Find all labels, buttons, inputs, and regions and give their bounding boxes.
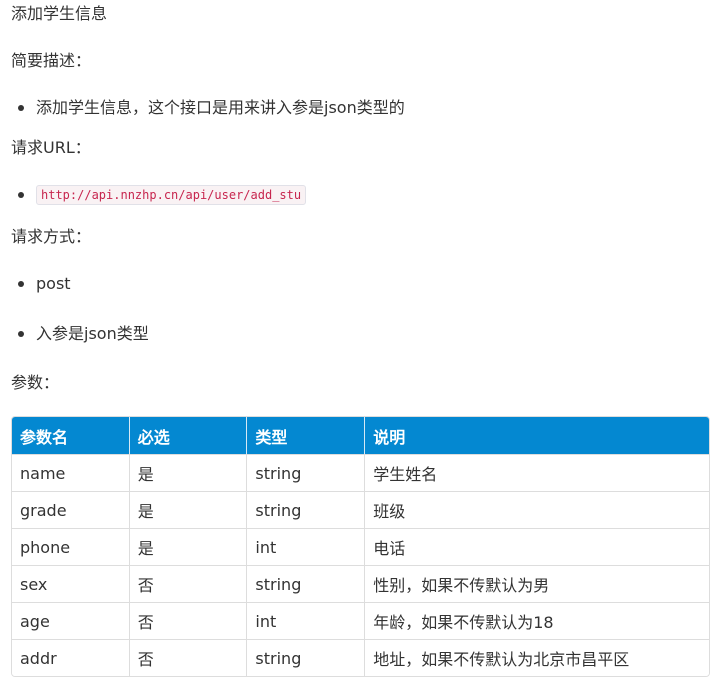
brief-heading: 简要描述：	[11, 51, 92, 70]
header-param-name: 参数名	[12, 417, 130, 454]
cell-type: string	[247, 565, 366, 602]
cell-required: 否	[129, 639, 248, 676]
params-heading: 参数：	[11, 373, 60, 392]
table-row: age 否 int 年龄，如果不传默认为18	[12, 602, 709, 639]
cell-required: 否	[129, 565, 248, 602]
cell-description: 年龄，如果不传默认为18	[365, 602, 709, 639]
cell-required: 是	[129, 454, 248, 491]
method-item: 入参是json类型	[18, 323, 149, 345]
method-item: post	[18, 273, 71, 295]
bullet-icon	[18, 192, 24, 198]
bullet-icon	[18, 281, 24, 287]
cell-required: 是	[129, 528, 248, 565]
method-heading: 请求方式：	[11, 227, 92, 246]
table-row: addr 否 string 地址，如果不传默认为北京市昌平区	[12, 639, 709, 676]
doc-title: 添加学生信息	[11, 4, 108, 23]
cell-required: 是	[129, 491, 248, 528]
method-item-text: 入参是json类型	[36, 324, 149, 343]
url-heading: 请求URL：	[11, 138, 91, 157]
brief-item-text: 添加学生信息，这个接口是用来讲入参是json类型的	[36, 98, 405, 117]
cell-param-name: phone	[12, 528, 130, 565]
api-doc: 添加学生信息 简要描述： 添加学生信息，这个接口是用来讲入参是json类型的 请…	[0, 0, 716, 696]
cell-description: 地址，如果不传默认为北京市昌平区	[365, 639, 709, 676]
header-required: 必选	[129, 417, 248, 454]
cell-type: string	[247, 454, 366, 491]
bullet-icon	[18, 331, 24, 337]
cell-required: 否	[129, 602, 248, 639]
table-row: grade 是 string 班级	[12, 491, 709, 528]
cell-param-name: sex	[12, 565, 130, 602]
cell-description: 班级	[365, 491, 709, 528]
request-url-code: http://api.nnzhp.cn/api/user/add_stu	[36, 185, 307, 205]
cell-type: int	[247, 528, 366, 565]
cell-param-name: grade	[12, 491, 130, 528]
cell-param-name: age	[12, 602, 130, 639]
bullet-icon	[18, 105, 24, 111]
cell-param-name: name	[12, 454, 130, 491]
cell-description: 学生姓名	[365, 454, 709, 491]
table-row: sex 否 string 性别，如果不传默认为男	[12, 565, 709, 602]
cell-type: string	[247, 639, 366, 676]
header-type: 类型	[247, 417, 366, 454]
cell-description: 性别，如果不传默认为男	[365, 565, 709, 602]
url-item: http://api.nnzhp.cn/api/user/add_stu	[18, 185, 307, 205]
method-item-text: post	[36, 274, 71, 293]
cell-type: string	[247, 491, 366, 528]
header-description: 说明	[365, 417, 709, 454]
cell-param-name: addr	[12, 639, 130, 676]
cell-type: int	[247, 602, 366, 639]
cell-description: 电话	[365, 528, 709, 565]
table-row: phone 是 int 电话	[12, 528, 709, 565]
table-row: name 是 string 学生姓名	[12, 454, 709, 491]
params-table: 参数名 必选 类型 说明 name 是 string 学生姓名 grade 是 …	[11, 416, 710, 677]
table-header-row: 参数名 必选 类型 说明	[12, 417, 709, 454]
brief-item: 添加学生信息，这个接口是用来讲入参是json类型的	[18, 97, 405, 119]
